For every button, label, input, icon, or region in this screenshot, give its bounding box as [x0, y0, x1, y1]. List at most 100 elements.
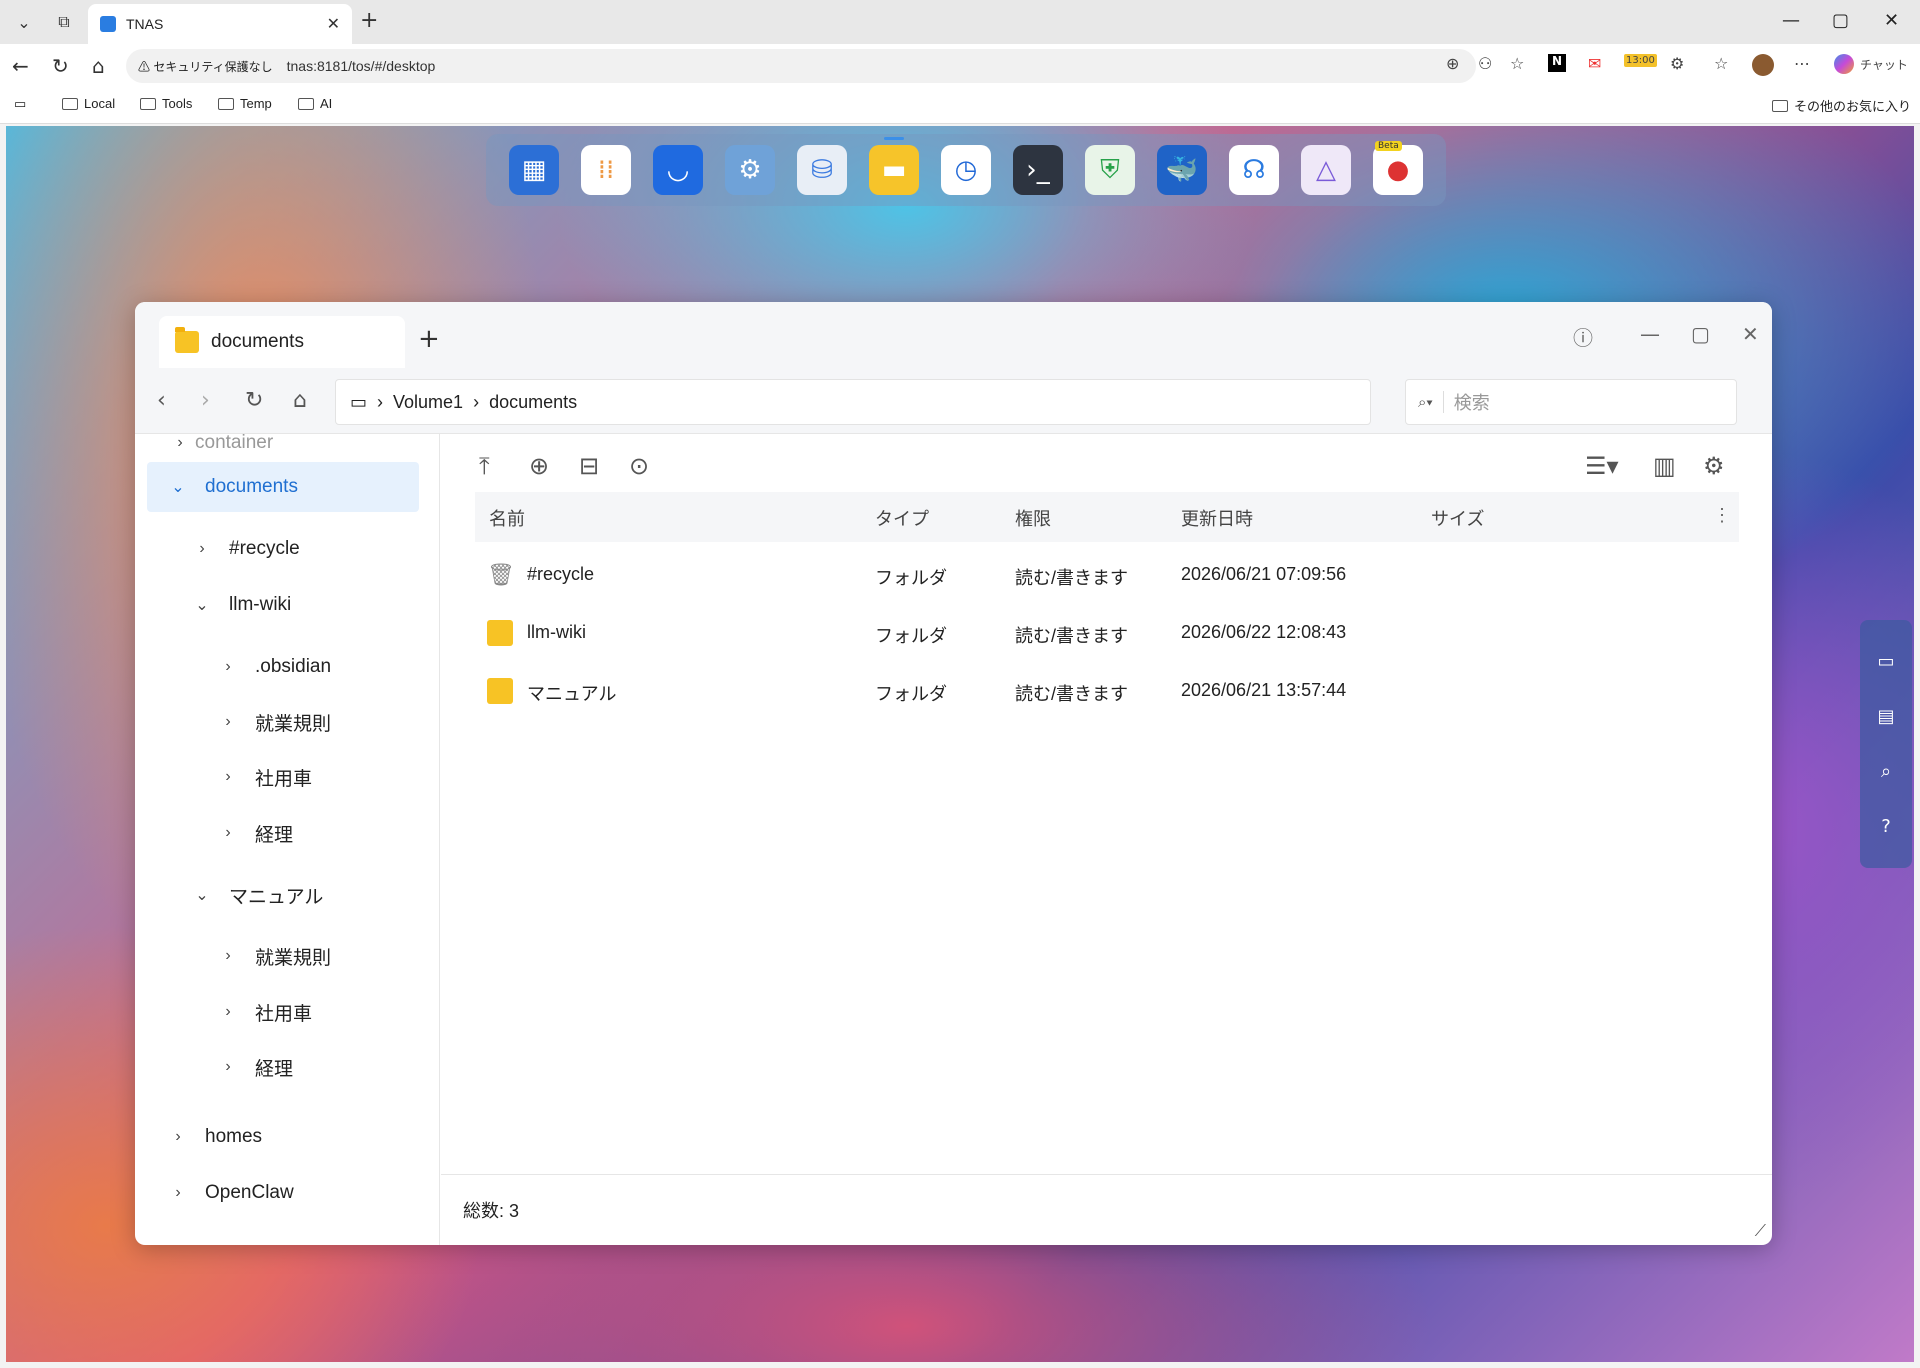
tree-item-homes[interactable]: › homes [163, 1112, 262, 1162]
tunnel-icon[interactable]: △ [1301, 145, 1351, 195]
bookmark-toggle-icon[interactable]: ▭ [14, 96, 26, 112]
list-view-icon[interactable]: ☰▾ [1585, 452, 1619, 480]
row-type: フォルダ [875, 684, 947, 704]
table-row[interactable]: マニュアル フォルダ 読む/書きます 2026/06/21 13:57:44 [475, 664, 1739, 720]
close-icon[interactable]: ✕ [1742, 322, 1759, 346]
chevron-right-icon: › [175, 1184, 181, 1201]
other-bookmarks[interactable]: その他のお気に入り [1772, 96, 1911, 115]
timer-extension[interactable]: 13:00 [1624, 54, 1657, 67]
search-icon[interactable]: ⌕ [1873, 759, 1899, 785]
translate-icon[interactable]: ⊕ [1446, 54, 1459, 73]
favorite-star-icon[interactable]: ☆ [1510, 54, 1524, 73]
backup-icon[interactable]: ◷ [941, 145, 991, 195]
tree-item-rules[interactable]: › 就業規則 [213, 697, 331, 747]
breadcrumb[interactable]: ▭ › Volume1 › documents [335, 379, 1371, 425]
minimize-icon[interactable]: — [1640, 322, 1660, 346]
tree-item-accounting[interactable]: › 経理 [213, 808, 293, 858]
settings-icon[interactable]: ⚙ [725, 145, 775, 195]
column-options-icon[interactable]: ⋮ [1713, 505, 1731, 526]
app-center-icon[interactable]: ⁞⁞ [581, 145, 631, 195]
tree-item-manual-rules[interactable]: › 就業規則 [213, 931, 331, 981]
bookmark-tools[interactable]: Tools [140, 96, 192, 111]
resize-handle-icon[interactable]: ⟋ [1755, 1221, 1766, 1241]
breadcrumb-documents[interactable]: documents [489, 392, 577, 413]
col-permission[interactable]: 権限 [1015, 505, 1051, 531]
add-tab-button[interactable]: + [418, 324, 440, 354]
settings-icon[interactable]: ⚙ [1703, 452, 1725, 480]
store-icon[interactable]: ◡ [653, 145, 703, 195]
chevron-right-icon: › [225, 1003, 231, 1020]
close-tab-icon[interactable]: ✕ [327, 14, 340, 34]
avatar[interactable] [1752, 54, 1774, 76]
terminal-icon[interactable]: ›_ [1013, 145, 1063, 195]
tree-item-obsidian[interactable]: › .obsidian [213, 642, 331, 692]
forward-icon[interactable]: › [201, 388, 210, 413]
col-size[interactable]: サイズ [1431, 505, 1484, 531]
bookmark-temp[interactable]: Temp [218, 96, 272, 111]
file-manager-icon[interactable]: ▬ [869, 137, 919, 195]
row-permission: 読む/書きます [1015, 568, 1129, 588]
table-row[interactable]: 🗑 #recycle フォルダ 読む/書きます 2026/06/21 07:09… [475, 548, 1739, 604]
browser-tab-bar: ⌄ ⧉ TNAS ✕ + — ▢ ✕ [0, 0, 1920, 44]
storage-view-icon[interactable]: ⊟ [579, 452, 599, 480]
help-icon[interactable]: ⓘ [1573, 322, 1593, 351]
workspaces-icon[interactable]: ⧉ [48, 8, 80, 36]
close-window-icon[interactable]: ✕ [1884, 10, 1899, 31]
home-icon[interactable]: ⌂ [293, 388, 307, 413]
bookmark-local[interactable]: Local [62, 96, 115, 111]
tree-item-llm-wiki[interactable]: ⌄ llm-wiki [187, 580, 291, 630]
tree-item-recycle[interactable]: › #recycle [187, 524, 299, 574]
tree-item-company-car[interactable]: › 社用車 [213, 752, 312, 802]
file-list-panel: ⤒ ⊕ ⊟ ⊙ ☰▾ ▥ ⚙ 名前 タイプ 権限 更新日時 サイズ ⋮ 🗑 #r… [441, 434, 1772, 1245]
favorites-icon[interactable]: ☆ [1714, 54, 1728, 73]
back-icon[interactable]: ← [12, 54, 29, 78]
extensions-icon[interactable]: ⚙ [1670, 54, 1684, 73]
widget-icon[interactable]: ▭ [1873, 649, 1899, 675]
tree-item-openclaw[interactable]: › OpenClaw [163, 1168, 293, 1218]
mail-icon[interactable]: ✉ [1588, 54, 1601, 73]
notion-icon[interactable]: N [1548, 54, 1566, 72]
docker-icon[interactable]: 🐳 [1157, 145, 1207, 195]
tree-item-manual-car[interactable]: › 社用車 [213, 987, 312, 1037]
support-headset-icon[interactable]: ☊ [1229, 145, 1279, 195]
create-icon[interactable]: ⊕ [529, 452, 549, 480]
bookmark-ai[interactable]: AI [298, 96, 332, 111]
more-actions-icon[interactable]: ⊙ [629, 452, 649, 480]
col-name[interactable]: 名前 [489, 505, 525, 531]
new-tab-button[interactable]: + [360, 8, 378, 33]
home-icon[interactable]: ⌂ [92, 54, 105, 78]
copilot-chat-button[interactable]: チャット [1834, 54, 1908, 74]
tab-list-icon[interactable]: ⌄ [8, 8, 40, 36]
back-icon[interactable]: ‹ [157, 388, 166, 413]
breadcrumb-volume1[interactable]: Volume1 [393, 392, 463, 413]
tree-item-documents[interactable]: ⌄ documents [147, 462, 419, 512]
url-input[interactable]: ⚠ セキュリティ保護なし tnas:8181/tos/#/desktop [126, 49, 1476, 83]
search-icon[interactable]: ⌕▾ [1418, 394, 1433, 411]
message-icon[interactable]: ▤ [1873, 704, 1899, 730]
storage-icon[interactable]: ⛁ [797, 145, 847, 195]
beta-app-icon[interactable]: Beta ● [1373, 141, 1423, 195]
profile-share-icon[interactable]: ⚇ [1478, 54, 1492, 73]
tree-item-manual-accounting[interactable]: › 経理 [213, 1042, 293, 1092]
columns-view-icon[interactable]: ▥ [1653, 452, 1676, 480]
refresh-icon[interactable]: ↻ [245, 388, 263, 413]
maximize-icon[interactable]: ▢ [1691, 322, 1710, 346]
reload-icon[interactable]: ↻ [52, 54, 69, 78]
col-modified[interactable]: 更新日時 [1181, 505, 1253, 531]
upload-icon[interactable]: ⤒ [479, 452, 490, 480]
browser-tab[interactable]: TNAS ✕ [88, 4, 352, 44]
col-type[interactable]: タイプ [875, 505, 929, 531]
table-row[interactable]: llm-wiki フォルダ 読む/書きます 2026/06/22 12:08:4… [475, 606, 1739, 662]
maximize-window-icon[interactable]: ▢ [1832, 10, 1849, 31]
more-menu-icon[interactable]: ⋯ [1794, 54, 1810, 73]
side-toolbar: ▭ ▤ ⌕ ? [1860, 620, 1912, 868]
chevron-right-icon: › [225, 768, 231, 785]
control-panel-icon[interactable]: ▦ [509, 145, 559, 195]
help-icon[interactable]: ? [1873, 814, 1899, 840]
minimize-window-icon[interactable]: — [1782, 10, 1800, 31]
window-tab-documents[interactable]: documents [159, 316, 405, 368]
security-warning[interactable]: ⚠ セキュリティ保護なし [138, 58, 273, 75]
security-shield-icon[interactable]: ⛨ [1085, 145, 1135, 195]
search-input[interactable]: ⌕▾ 検索 [1405, 379, 1737, 425]
tree-item-manual[interactable]: ⌄ マニュアル [187, 870, 323, 920]
